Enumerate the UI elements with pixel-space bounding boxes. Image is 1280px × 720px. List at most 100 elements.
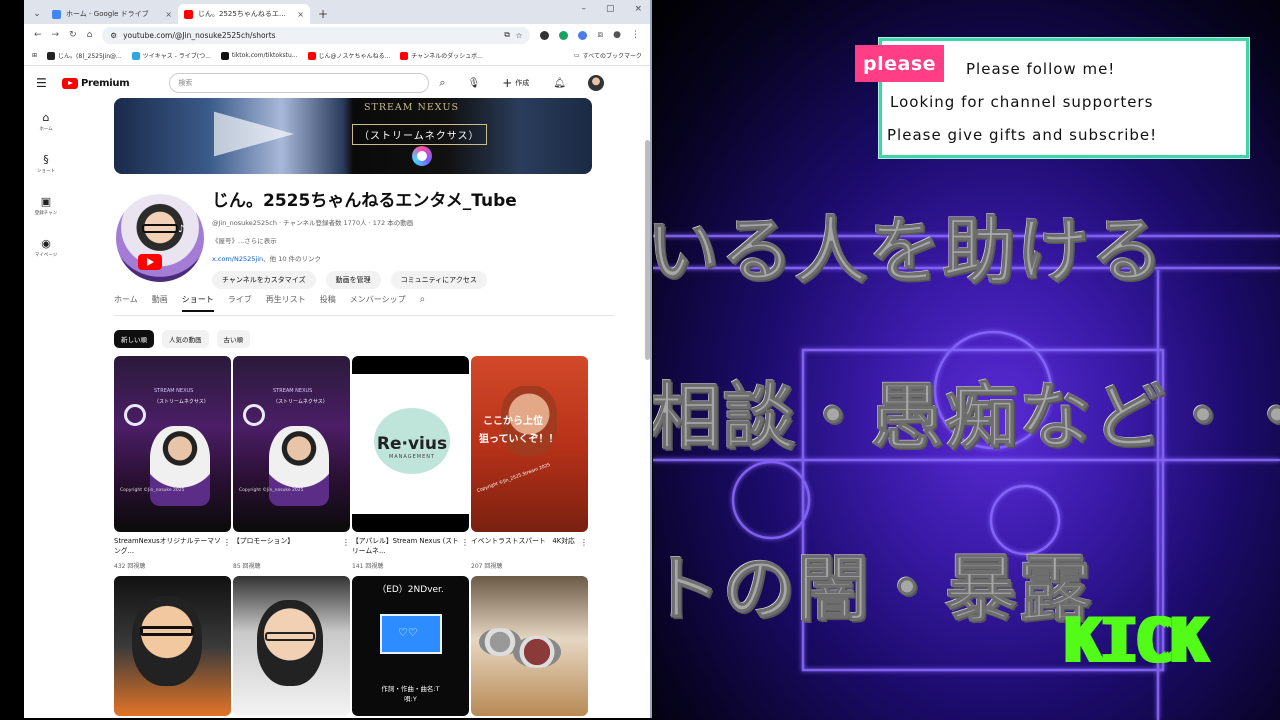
sidebar-item-you[interactable]: ◉ マイページ bbox=[24, 226, 68, 268]
short-thumbnail[interactable]: （ED）2NDver. 作詞・作曲・曲名:T 唄:Y bbox=[352, 576, 469, 716]
short-title[interactable]: イベントラストスパート 4K対応 bbox=[471, 537, 578, 557]
bookmark-item[interactable]: じん@ノスケちゃんねる... bbox=[307, 51, 390, 60]
all-bookmarks[interactable]: ▭ すべてのブックマーク bbox=[574, 51, 642, 60]
microphone-icon[interactable]: 🎙︎ bbox=[468, 78, 481, 89]
browser-menu-icon[interactable]: ⋮ bbox=[631, 30, 640, 40]
tab-home[interactable]: ホーム bbox=[114, 294, 138, 305]
short-thumbnail[interactable]: STREAM NEXUS （ストリームネクサス） Copyright ©Jin_… bbox=[233, 356, 350, 532]
chip-newest[interactable]: 新しい順 bbox=[114, 330, 154, 348]
search-icon[interactable]: ⌕ bbox=[439, 76, 445, 90]
hamburger-menu-icon[interactable]: ☰ bbox=[36, 76, 52, 90]
install-app-icon[interactable]: ⧉ bbox=[504, 30, 509, 40]
tab-search-icon[interactable]: ⌄ bbox=[28, 4, 46, 24]
tab-membership[interactable]: メンバーシップ bbox=[350, 294, 406, 305]
short-card[interactable] bbox=[471, 576, 588, 716]
sidebar-label: 登録チャン bbox=[34, 210, 58, 216]
page-scrollbar[interactable] bbox=[645, 140, 650, 360]
tab-shorts[interactable]: ショート bbox=[181, 294, 214, 312]
back-icon[interactable]: ← bbox=[34, 30, 42, 40]
thumb-text: Copyright ©Jin_nosuke 2025 bbox=[239, 488, 304, 493]
sidebar-item-home[interactable]: ⌂ ホーム bbox=[24, 100, 68, 142]
customize-channel-button[interactable]: チャンネルをカスタマイズ bbox=[212, 271, 316, 289]
extension-icon[interactable] bbox=[578, 30, 588, 40]
short-card[interactable]: Re·vius MANAGEMENT 【アパレル】Stream Nexus (ス… bbox=[352, 356, 469, 570]
screen: ⌄ ホーム - Google ドライブ × じん。2525ちゃんねるエンタメ_T… bbox=[0, 0, 1280, 720]
more-options-icon[interactable]: ⋮ bbox=[221, 537, 231, 557]
bookmark-item[interactable]: じん。(8)_2525Jin@... bbox=[47, 51, 122, 60]
bowl-graphic bbox=[513, 636, 561, 668]
apps-grid-icon[interactable]: ⊞ bbox=[32, 52, 37, 59]
browser-window: ⌄ ホーム - Google ドライブ × じん。2525ちゃんねるエンタメ_T… bbox=[24, 0, 652, 718]
bookmark-star-icon[interactable]: ☆ bbox=[516, 31, 523, 40]
banner-subtitle: （ストリームネクサス） bbox=[352, 124, 487, 145]
short-card[interactable]: STREAM NEXUS （ストリームネクサス） Copyright ©Jin_… bbox=[233, 356, 350, 570]
tab-close-icon[interactable]: × bbox=[297, 10, 304, 19]
create-button[interactable]: + 作成 bbox=[502, 76, 529, 90]
extensions-puzzle-icon[interactable]: ⧈ bbox=[597, 30, 603, 40]
short-thumbnail[interactable]: STREAM NEXUS （ストリームネクサス） Copyright ©Jin_… bbox=[114, 356, 231, 532]
thumb-text: STREAM NEXUS bbox=[154, 388, 194, 394]
extension-icon[interactable] bbox=[540, 30, 550, 40]
overlay-line: Please follow me! bbox=[966, 60, 1116, 78]
manage-videos-button[interactable]: 動画を管理 bbox=[325, 271, 381, 289]
tab-live[interactable]: ライブ bbox=[228, 294, 252, 305]
show-more-link[interactable]: ...さらに表示 bbox=[238, 237, 277, 245]
short-title[interactable]: 【プロモーション】 bbox=[233, 537, 340, 557]
extension-icon[interactable] bbox=[559, 30, 569, 40]
short-thumbnail[interactable] bbox=[471, 576, 588, 716]
short-card[interactable]: STREAM NEXUS （ストリームネクサス） Copyright ©Jin_… bbox=[114, 356, 231, 570]
tab-playlists[interactable]: 再生リスト bbox=[266, 294, 306, 305]
account-avatar[interactable] bbox=[587, 75, 604, 91]
short-card[interactable]: ここから上位 狙っていくぞ！！ Copyright ©Jin_2525.Stre… bbox=[471, 356, 588, 570]
youtube-logo[interactable]: Premium bbox=[62, 77, 130, 89]
tab-youtube-channel[interactable]: じん。2525ちゃんねるエンタメ_Tube × bbox=[178, 4, 310, 24]
profile-avatar-icon[interactable]: ● bbox=[613, 30, 621, 40]
background-caption: トの闇・暴露 bbox=[653, 547, 1094, 632]
chip-oldest[interactable]: 古い順 bbox=[216, 330, 250, 348]
minimize-button[interactable]: – bbox=[581, 4, 586, 14]
channel-link[interactable]: x.com/N2525jin bbox=[212, 255, 263, 263]
short-thumbnail[interactable]: ここから上位 狙っていくぞ！！ Copyright ©Jin_2525.Stre… bbox=[471, 356, 588, 532]
channel-avatar[interactable]: ♪ bbox=[116, 194, 204, 282]
url-field[interactable]: ⚙ youtube.com/@Jin_nosuke2525ch/shorts ⧉… bbox=[102, 26, 531, 44]
more-options-icon[interactable]: ⋮ bbox=[340, 537, 350, 557]
short-thumbnail[interactable] bbox=[233, 576, 350, 716]
short-thumbnail[interactable] bbox=[114, 576, 231, 716]
site-info-icon[interactable]: ⚙ bbox=[110, 31, 117, 40]
more-links[interactable]: 、他 10 件のリンク bbox=[263, 255, 321, 263]
character-graphic bbox=[150, 426, 210, 506]
short-card[interactable]: （ED）2NDver. 作詞・作曲・曲名:T 唄:Y bbox=[352, 576, 469, 716]
chip-popular[interactable]: 人気の動画 bbox=[162, 330, 209, 348]
channel-description[interactable]: 《屋号》...さらに表示 bbox=[212, 235, 517, 245]
forward-icon[interactable]: → bbox=[52, 30, 60, 40]
notifications-bell-icon[interactable]: 🔔︎ bbox=[553, 78, 566, 89]
sidebar-label: ショート bbox=[37, 168, 55, 174]
maximize-button[interactable]: ▢ bbox=[606, 4, 615, 14]
bookmark-item[interactable]: チャンネルのダッシュボ... bbox=[400, 51, 483, 60]
thumb-text: 作詞・作曲・曲名:T 唄:Y bbox=[352, 684, 469, 705]
sidebar-item-shorts[interactable]: § ショート bbox=[24, 142, 68, 184]
tab-close-icon[interactable]: × bbox=[165, 10, 172, 19]
character-graphic bbox=[132, 596, 202, 686]
short-thumbnail[interactable]: Re·vius MANAGEMENT bbox=[352, 356, 469, 532]
short-card[interactable] bbox=[114, 576, 231, 716]
sidebar-item-subscriptions[interactable]: ▣ 登録チャン bbox=[24, 184, 68, 226]
thumb-text: （ストリームネクサス） bbox=[273, 399, 328, 405]
bookmark-item[interactable]: tiktok.com/tiktokstu... bbox=[220, 51, 298, 60]
tab-videos[interactable]: 動画 bbox=[152, 294, 168, 305]
new-tab-button[interactable]: + bbox=[310, 7, 336, 24]
tab-posts[interactable]: 投稿 bbox=[320, 294, 336, 305]
reload-icon[interactable]: ↻ bbox=[69, 30, 77, 40]
community-button[interactable]: コミュニティにアクセス bbox=[390, 271, 487, 289]
tab-google-drive[interactable]: ホーム - Google ドライブ × bbox=[46, 4, 178, 24]
channel-search-icon[interactable]: ⌕ bbox=[420, 294, 426, 305]
close-window-button[interactable]: × bbox=[634, 4, 642, 14]
more-options-icon[interactable]: ⋮ bbox=[459, 537, 469, 557]
bookmark-item[interactable]: ツイキャス - ライブ(つ... bbox=[131, 51, 211, 60]
search-input[interactable]: 検索 bbox=[169, 73, 430, 93]
short-card[interactable] bbox=[233, 576, 350, 716]
more-options-icon[interactable]: ⋮ bbox=[578, 537, 588, 557]
short-title[interactable]: 【アパレル】Stream Nexus (ストリームネ... bbox=[352, 537, 459, 557]
short-title[interactable]: StreamNexusオリジナルテーマソング... bbox=[114, 537, 221, 557]
home-icon[interactable]: ⌂ bbox=[87, 30, 93, 40]
